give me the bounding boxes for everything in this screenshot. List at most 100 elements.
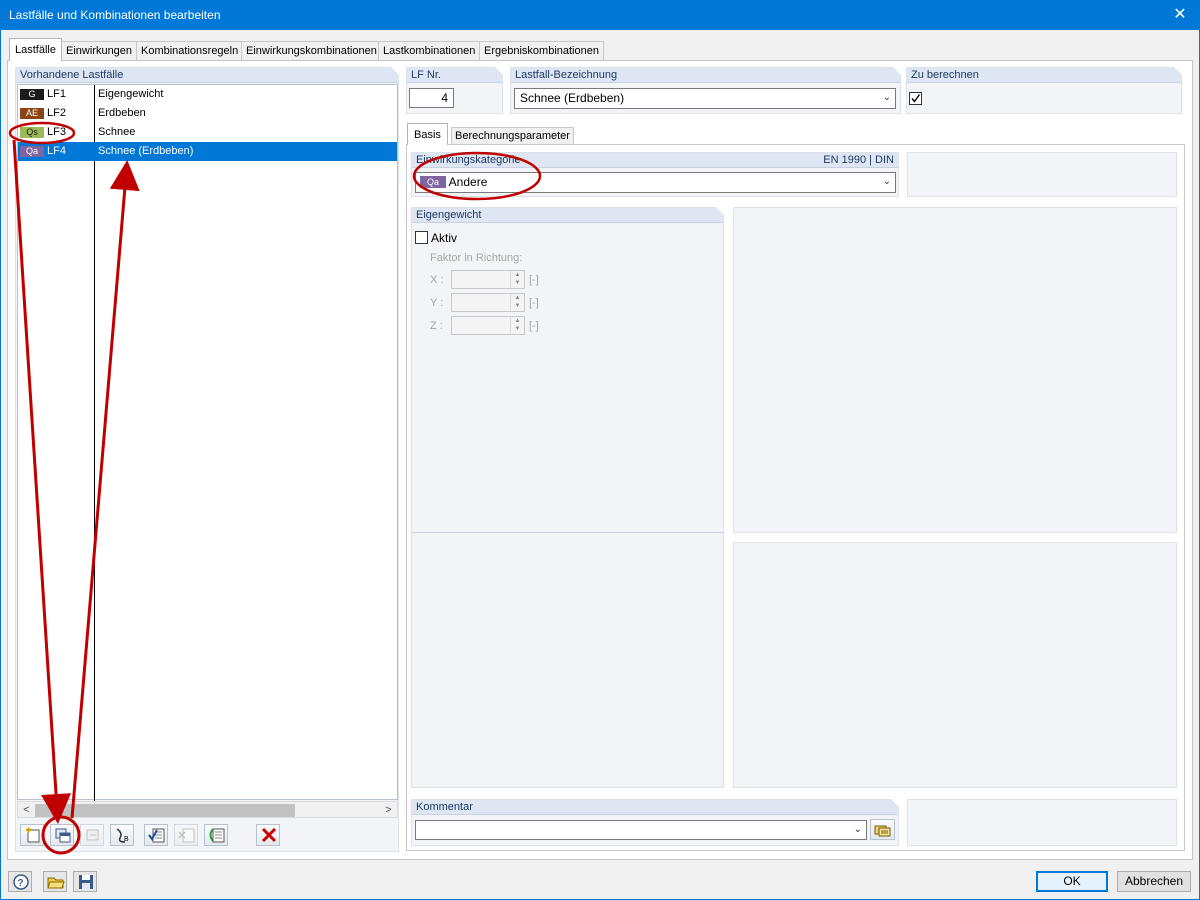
bezeichnung-value: Schnee (Erdbeben)	[520, 91, 625, 105]
uncheck-all-button[interactable]	[174, 824, 198, 846]
ok-button[interactable]: OK	[1036, 871, 1108, 892]
chevron-down-icon[interactable]: ⌄	[854, 824, 862, 835]
preview-panel-bottom	[733, 542, 1177, 788]
tab-lastfaelle[interactable]: Lastfälle	[9, 38, 62, 61]
unit-z-label: [-]	[529, 320, 539, 332]
cancel-button[interactable]: Abbrechen	[1117, 871, 1191, 892]
new-loadcase-button[interactable]	[20, 824, 44, 846]
bezeichnung-label: Lastfall-Bezeichnung	[515, 69, 618, 81]
folder-open-icon	[47, 877, 65, 889]
kommentar-label: Kommentar	[416, 801, 473, 813]
tab-lastkombinationen[interactable]: Lastkombinationen	[378, 41, 481, 60]
faktor-x-stepper[interactable]: ▲ ▼	[451, 270, 525, 289]
einwirkungskategorie-header: Einwirkungskategorie EN 1990 | DIN	[412, 153, 898, 168]
sort-icon: B	[116, 828, 129, 843]
bezeichnung-combobox[interactable]: Schnee (Erdbeben) ⌄	[514, 88, 896, 109]
scroll-right-icon[interactable]: >	[380, 802, 397, 819]
delete-icon	[261, 827, 277, 843]
kommentar-side-panel	[907, 799, 1177, 846]
divider	[412, 532, 723, 533]
eigengewicht-label: Eigengewicht	[416, 209, 482, 221]
axis-z-label: Z :	[430, 320, 443, 332]
unit-y-label: [-]	[529, 297, 539, 309]
copy-icon	[55, 828, 71, 843]
kommentar-library-button[interactable]	[870, 819, 895, 840]
lastfaelle-group-header: Vorhandene Lastfälle	[16, 67, 399, 83]
axis-x-label: X :	[430, 274, 444, 286]
new-document-icon	[26, 827, 40, 843]
kommentar-header: Kommentar	[412, 799, 899, 815]
check-all-button[interactable]	[144, 824, 168, 846]
chevron-down-icon[interactable]: ⌄	[883, 92, 891, 103]
norm-label: EN 1990 | DIN	[823, 154, 894, 166]
window-border-left	[0, 30, 1, 900]
open-button[interactable]	[43, 871, 67, 892]
copy-loadcase-button[interactable]	[50, 824, 74, 846]
loadcase-id: LF1	[47, 88, 66, 100]
svg-text:?: ?	[18, 878, 24, 889]
check-list-icon	[148, 828, 165, 843]
category-info-panel	[907, 152, 1177, 197]
zu-berechnen-label: Zu berechnen	[911, 69, 979, 81]
window-title: Lastfälle und Kombinationen bearbeiten	[9, 8, 221, 22]
invert-selection-button[interactable]	[204, 824, 228, 846]
eigengewicht-header: Eigengewicht	[412, 207, 724, 223]
checkmark-icon	[911, 94, 921, 103]
lf-nr-input[interactable]: 4	[409, 88, 454, 108]
save-button[interactable]	[73, 871, 97, 892]
loadcase-name: Eigengewicht	[98, 88, 164, 100]
faktor-label: Faktor in Richtung:	[430, 252, 523, 264]
renumber-icon	[86, 829, 99, 841]
category-badge: AE	[20, 108, 44, 119]
spin-buttons[interactable]: ▲ ▼	[510, 271, 524, 288]
scroll-left-icon[interactable]: <	[18, 802, 35, 819]
invert-icon	[209, 828, 225, 843]
spin-buttons[interactable]: ▲ ▼	[510, 317, 524, 334]
spin-buttons[interactable]: ▲ ▼	[510, 294, 524, 311]
faktor-y-stepper[interactable]: ▲ ▼	[451, 293, 525, 312]
close-icon[interactable]: ✕	[1160, 0, 1200, 30]
tab-berechnungsparameter[interactable]: Berechnungsparameter	[451, 127, 574, 144]
renumber-button[interactable]	[80, 824, 104, 846]
library-icon	[874, 825, 891, 837]
save-icon	[79, 875, 93, 889]
einwirkungskategorie-combobox[interactable]: Qa Andere ⌄	[415, 172, 896, 193]
bezeichnung-header: Lastfall-Bezeichnung	[511, 67, 901, 83]
lastfaelle-list[interactable]: G LF1 Eigengewicht AE LF2 Erdbeben Qs LF…	[17, 84, 398, 801]
lf-nr-header: LF Nr.	[407, 67, 503, 83]
einwirkungskategorie-value: Andere	[448, 175, 488, 189]
tab-einwirkungskombinationen[interactable]: Einwirkungskombinationen	[241, 41, 382, 60]
list-item[interactable]: AE LF2 Erdbeben	[18, 104, 397, 123]
title-bar: Lastfälle und Kombinationen bearbeiten ✕	[0, 0, 1200, 30]
loadcase-id: LF2	[47, 107, 66, 119]
category-badge: Qs	[20, 127, 44, 138]
help-button[interactable]: ?	[8, 871, 32, 892]
tab-basis[interactable]: Basis	[407, 123, 448, 145]
preview-panel-top	[733, 207, 1177, 533]
list-item-selected[interactable]: Qa LF4 Schnee (Erdbeben)	[18, 142, 397, 161]
aktiv-checkbox[interactable]	[415, 231, 428, 244]
axis-y-label: Y :	[430, 297, 444, 309]
tab-ergebniskombinationen[interactable]: Ergebniskombinationen	[479, 41, 604, 60]
tab-einwirkungen[interactable]: Einwirkungen	[61, 41, 138, 60]
lf-nr-label: LF Nr.	[411, 69, 441, 81]
loadcase-name: Erdbeben	[98, 107, 146, 119]
einwirkungskategorie-label: Einwirkungskategorie	[416, 154, 521, 166]
sort-button[interactable]: B	[110, 824, 134, 846]
column-separator	[94, 85, 95, 801]
horizontal-scrollbar[interactable]: < >	[17, 801, 398, 818]
scrollbar-thumb[interactable]	[35, 804, 295, 817]
list-item[interactable]: G LF1 Eigengewicht	[18, 85, 397, 104]
zu-berechnen-header: Zu berechnen	[907, 67, 1182, 83]
loadcase-name: Schnee (Erdbeben)	[98, 145, 194, 157]
category-badge: Qa	[20, 146, 44, 157]
chevron-down-icon[interactable]: ⌄	[883, 176, 891, 187]
loadcase-id: LF3	[47, 126, 66, 138]
delete-button[interactable]	[256, 824, 280, 846]
list-item[interactable]: Qs LF3 Schnee	[18, 123, 397, 142]
svg-text:B: B	[124, 836, 129, 843]
faktor-z-stepper[interactable]: ▲ ▼	[451, 316, 525, 335]
zu-berechnen-checkbox[interactable]	[909, 92, 922, 105]
kommentar-combobox[interactable]: ⌄	[415, 820, 867, 840]
tab-kombinationsregeln[interactable]: Kombinationsregeln	[136, 41, 244, 60]
